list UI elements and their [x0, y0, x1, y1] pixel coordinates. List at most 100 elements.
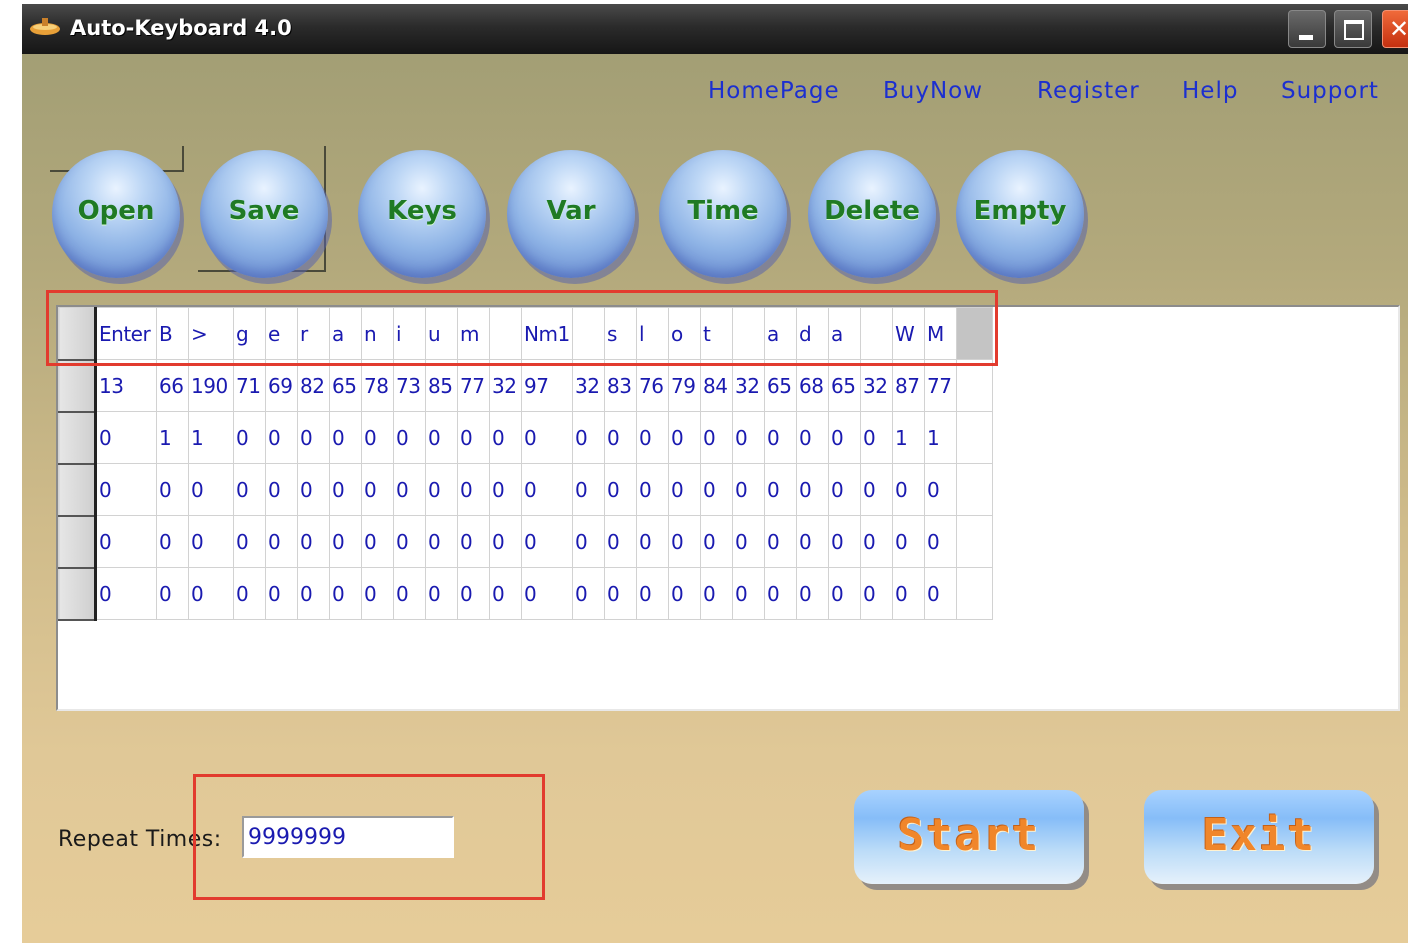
grid-cell[interactable]: 0 [828, 463, 861, 516]
grid-cell[interactable]: 87 [892, 359, 925, 412]
maximize-button[interactable] [1334, 10, 1372, 48]
grid-cell[interactable]: 85 [425, 359, 458, 412]
grid-cell[interactable]: 0 [188, 515, 234, 568]
grid-cell[interactable]: 0 [521, 411, 573, 464]
grid-cell[interactable]: 13 [95, 359, 157, 412]
grid-cell[interactable]: 0 [489, 567, 522, 620]
grid-cell[interactable]: 0 [329, 567, 362, 620]
grid-cell[interactable]: 0 [265, 567, 298, 620]
grid-cell[interactable]: 0 [297, 411, 330, 464]
grid-cell[interactable]: 0 [361, 515, 394, 568]
grid-cell[interactable]: 0 [393, 515, 426, 568]
grid-cell[interactable]: 0 [233, 463, 266, 516]
grid-cell[interactable]: 0 [764, 411, 797, 464]
grid-cell[interactable]: 65 [329, 359, 362, 412]
grid-cell[interactable]: 0 [860, 567, 893, 620]
grid-cell[interactable]: 0 [924, 463, 957, 516]
grid-cell[interactable]: 0 [457, 567, 490, 620]
grid-cell[interactable]: 0 [572, 411, 605, 464]
grid-cell[interactable]: 0 [95, 463, 157, 516]
keys-button[interactable]: Keys [358, 150, 486, 278]
grid-cell[interactable]: 0 [329, 515, 362, 568]
grid-cell[interactable]: 0 [425, 411, 458, 464]
close-button[interactable] [1382, 10, 1408, 48]
grid-cell[interactable]: 0 [265, 515, 298, 568]
grid-cell[interactable]: 0 [188, 567, 234, 620]
grid-cell[interactable]: 79 [668, 359, 701, 412]
grid-cell[interactable]: 0 [361, 411, 394, 464]
grid-cell[interactable]: 0 [732, 567, 765, 620]
grid-cell[interactable]: 0 [892, 515, 925, 568]
minimize-button[interactable] [1288, 10, 1326, 48]
grid-cell[interactable]: 78 [361, 359, 394, 412]
grid-cell[interactable]: 0 [668, 463, 701, 516]
grid-cell[interactable]: 0 [265, 463, 298, 516]
delete-button[interactable]: Delete [808, 150, 936, 278]
grid-cell[interactable]: 0 [361, 463, 394, 516]
grid-cell[interactable] [956, 359, 993, 412]
grid-cell[interactable]: 32 [732, 359, 765, 412]
grid-cell[interactable]: 0 [233, 515, 266, 568]
grid-cell[interactable]: 0 [732, 411, 765, 464]
grid-cell[interactable]: 0 [732, 463, 765, 516]
homepage-link[interactable]: HomePage [708, 78, 840, 104]
grid-cell[interactable]: 0 [521, 567, 573, 620]
grid-cell[interactable]: 0 [156, 515, 189, 568]
grid-cell[interactable]: 0 [828, 567, 861, 620]
support-link[interactable]: Support [1281, 78, 1379, 104]
grid-cell[interactable]: 0 [636, 411, 669, 464]
grid-cell[interactable]: 0 [521, 463, 573, 516]
grid-cell[interactable]: 0 [95, 567, 157, 620]
grid-cell[interactable]: 0 [361, 567, 394, 620]
grid-cell[interactable]: 0 [156, 567, 189, 620]
time-button[interactable]: Time [659, 150, 787, 278]
grid-cell[interactable]: 0 [156, 463, 189, 516]
help-link[interactable]: Help [1182, 78, 1238, 104]
grid-cell[interactable]: 0 [329, 463, 362, 516]
grid-cell[interactable]: 0 [668, 567, 701, 620]
grid-cell[interactable]: 0 [297, 515, 330, 568]
grid-cell[interactable]: 0 [764, 515, 797, 568]
grid-cell[interactable]: 32 [860, 359, 893, 412]
grid-cell[interactable]: 0 [764, 463, 797, 516]
grid-cell[interactable]: 0 [796, 411, 829, 464]
grid-cell[interactable]: 0 [188, 463, 234, 516]
grid-cell[interactable]: 0 [668, 411, 701, 464]
grid-cell[interactable]: 65 [764, 359, 797, 412]
grid-cell[interactable]: 0 [572, 567, 605, 620]
grid-cell[interactable]: 0 [796, 567, 829, 620]
grid-cell[interactable]: 0 [572, 463, 605, 516]
grid-cell[interactable]: 32 [572, 359, 605, 412]
grid-cell[interactable]: 76 [636, 359, 669, 412]
row-header[interactable] [58, 567, 97, 621]
grid-cell[interactable]: 0 [860, 463, 893, 516]
grid-cell[interactable]: 0 [393, 567, 426, 620]
grid-cell[interactable]: 0 [668, 515, 701, 568]
var-button[interactable]: Var [507, 150, 635, 278]
grid-cell[interactable]: 0 [393, 463, 426, 516]
grid-cell[interactable]: 0 [489, 515, 522, 568]
grid-cell[interactable]: 97 [521, 359, 573, 412]
grid-cell[interactable]: 0 [233, 411, 266, 464]
grid-cell[interactable]: 0 [489, 463, 522, 516]
grid-cell[interactable]: 0 [425, 515, 458, 568]
grid-cell[interactable] [956, 411, 993, 464]
grid-cell[interactable]: 0 [828, 515, 861, 568]
grid-cell[interactable]: 0 [457, 463, 490, 516]
grid-cell[interactable] [956, 463, 993, 516]
grid-cell[interactable]: 32 [489, 359, 522, 412]
grid-cell[interactable]: 0 [636, 515, 669, 568]
grid-cell[interactable]: 0 [828, 411, 861, 464]
grid-cell[interactable]: 77 [924, 359, 957, 412]
grid-cell[interactable]: 0 [329, 411, 362, 464]
grid-cell[interactable]: 1 [892, 411, 925, 464]
grid-cell[interactable]: 71 [233, 359, 266, 412]
row-header[interactable] [58, 463, 97, 517]
grid-cell[interactable]: 0 [457, 515, 490, 568]
grid-cell[interactable]: 83 [604, 359, 637, 412]
grid-cell[interactable]: 0 [425, 463, 458, 516]
grid-cell[interactable]: 0 [297, 463, 330, 516]
grid-cell[interactable]: 82 [297, 359, 330, 412]
grid-cell[interactable]: 73 [393, 359, 426, 412]
grid-cell[interactable]: 0 [892, 567, 925, 620]
